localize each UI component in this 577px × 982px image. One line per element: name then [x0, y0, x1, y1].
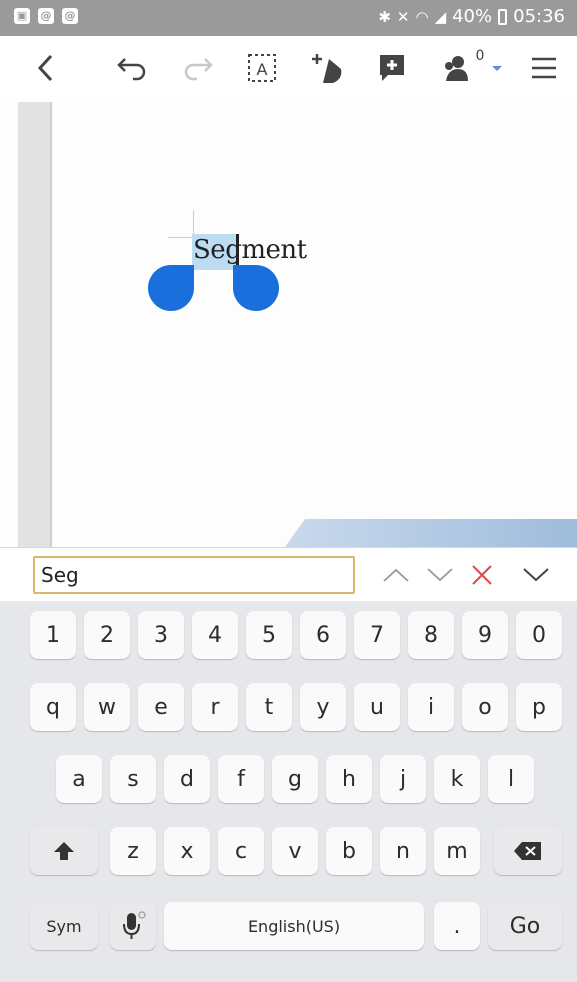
shift-key[interactable]	[30, 827, 98, 875]
back-button[interactable]	[24, 46, 68, 90]
status-bar: ▣ @ @ ✱ ✕ ◠ ◢ 40% 05:36	[0, 0, 577, 36]
key-a[interactable]: a	[56, 755, 102, 803]
close-icon	[472, 565, 492, 585]
document-text[interactable]: Segment	[193, 235, 307, 265]
find-next-button[interactable]	[420, 556, 460, 594]
key-w[interactable]: w	[84, 683, 130, 731]
selection-handle-start[interactable]	[148, 265, 194, 311]
key-1[interactable]: 1	[30, 611, 76, 659]
find-collapse-button[interactable]	[516, 556, 556, 594]
chevron-up-icon	[383, 568, 409, 582]
at-icon: @	[38, 8, 54, 24]
key-d[interactable]: d	[164, 755, 210, 803]
collaborators-button[interactable]: 0	[432, 46, 512, 90]
text-cursor	[236, 234, 239, 268]
find-previous-button[interactable]	[376, 556, 416, 594]
key-e[interactable]: e	[138, 683, 184, 731]
find-close-button[interactable]	[462, 556, 502, 594]
selection-handle-end[interactable]	[233, 265, 279, 311]
soft-keyboard: 1 2 3 4 5 6 7 8 9 0 q w e r t y u i o p …	[0, 601, 577, 982]
find-bar: Seg	[0, 547, 577, 602]
at-icon: @	[62, 8, 78, 24]
key-c[interactable]: c	[218, 827, 264, 875]
symbols-key[interactable]: Sym	[30, 902, 98, 950]
key-u[interactable]: u	[354, 683, 400, 731]
key-7[interactable]: 7	[354, 611, 400, 659]
battery-level: 40%	[452, 6, 493, 27]
space-key[interactable]: English(US)	[164, 902, 424, 950]
shapes-icon	[312, 54, 342, 83]
key-t[interactable]: t	[246, 683, 292, 731]
battery-icon	[498, 8, 508, 25]
redo-icon	[184, 58, 213, 81]
go-key[interactable]: Go	[488, 902, 562, 950]
key-g[interactable]: g	[272, 755, 318, 803]
chevron-down-icon	[492, 66, 503, 71]
key-o[interactable]: o	[462, 683, 508, 731]
document-canvas[interactable]: Segment	[0, 102, 577, 547]
voice-input-key[interactable]	[110, 902, 156, 950]
back-icon	[37, 54, 53, 82]
signal-icon: ◢	[434, 7, 447, 26]
backspace-key[interactable]	[494, 827, 562, 875]
key-9[interactable]: 9	[462, 611, 508, 659]
key-k[interactable]: k	[434, 755, 480, 803]
collaborators-icon	[444, 56, 468, 81]
text-box-button[interactable]: A	[240, 46, 284, 90]
menu-button[interactable]	[522, 46, 566, 90]
key-v[interactable]: v	[272, 827, 318, 875]
wifi-icon: ◠	[415, 7, 429, 26]
key-p[interactable]: p	[516, 683, 562, 731]
microphone-icon	[123, 911, 146, 939]
mute-icon: ✕	[396, 7, 410, 26]
clock: 05:36	[513, 6, 565, 27]
insert-comment-button[interactable]	[370, 46, 414, 90]
key-z[interactable]: z	[110, 827, 156, 875]
key-6[interactable]: 6	[300, 611, 346, 659]
key-l[interactable]: l	[488, 755, 534, 803]
page-margin	[18, 102, 52, 547]
key-n[interactable]: n	[380, 827, 426, 875]
period-key[interactable]: .	[434, 902, 480, 950]
shapes-button[interactable]	[305, 46, 349, 90]
key-j[interactable]: j	[380, 755, 426, 803]
key-3[interactable]: 3	[138, 611, 184, 659]
key-y[interactable]: y	[300, 683, 346, 731]
text-box-icon: A	[248, 54, 276, 82]
gallery-icon: ▣	[14, 8, 30, 24]
key-q[interactable]: q	[30, 683, 76, 731]
undo-button[interactable]	[110, 46, 154, 90]
undo-icon	[117, 58, 146, 81]
key-r[interactable]: r	[192, 683, 238, 731]
svg-text:A: A	[257, 60, 268, 79]
collaborator-count: 0	[475, 48, 485, 64]
chevron-down-icon	[523, 568, 549, 582]
key-x[interactable]: x	[164, 827, 210, 875]
insert-comment-icon	[380, 55, 404, 81]
key-b[interactable]: b	[326, 827, 372, 875]
key-h[interactable]: h	[326, 755, 372, 803]
menu-icon	[532, 57, 556, 79]
shift-icon	[54, 842, 74, 860]
key-0[interactable]: 0	[516, 611, 562, 659]
key-8[interactable]: 8	[408, 611, 454, 659]
backspace-icon	[514, 842, 541, 860]
key-5[interactable]: 5	[246, 611, 292, 659]
find-input[interactable]: Seg	[33, 556, 355, 594]
bluetooth-icon: ✱	[378, 7, 391, 26]
key-f[interactable]: f	[218, 755, 264, 803]
chevron-down-icon	[427, 568, 453, 582]
key-s[interactable]: s	[110, 755, 156, 803]
key-i[interactable]: i	[408, 683, 454, 731]
key-4[interactable]: 4	[192, 611, 238, 659]
key-2[interactable]: 2	[84, 611, 130, 659]
slide-shape[interactable]	[285, 519, 577, 547]
key-m[interactable]: m	[434, 827, 480, 875]
app-toolbar: A 0	[0, 36, 577, 104]
redo-button[interactable]	[176, 46, 220, 90]
